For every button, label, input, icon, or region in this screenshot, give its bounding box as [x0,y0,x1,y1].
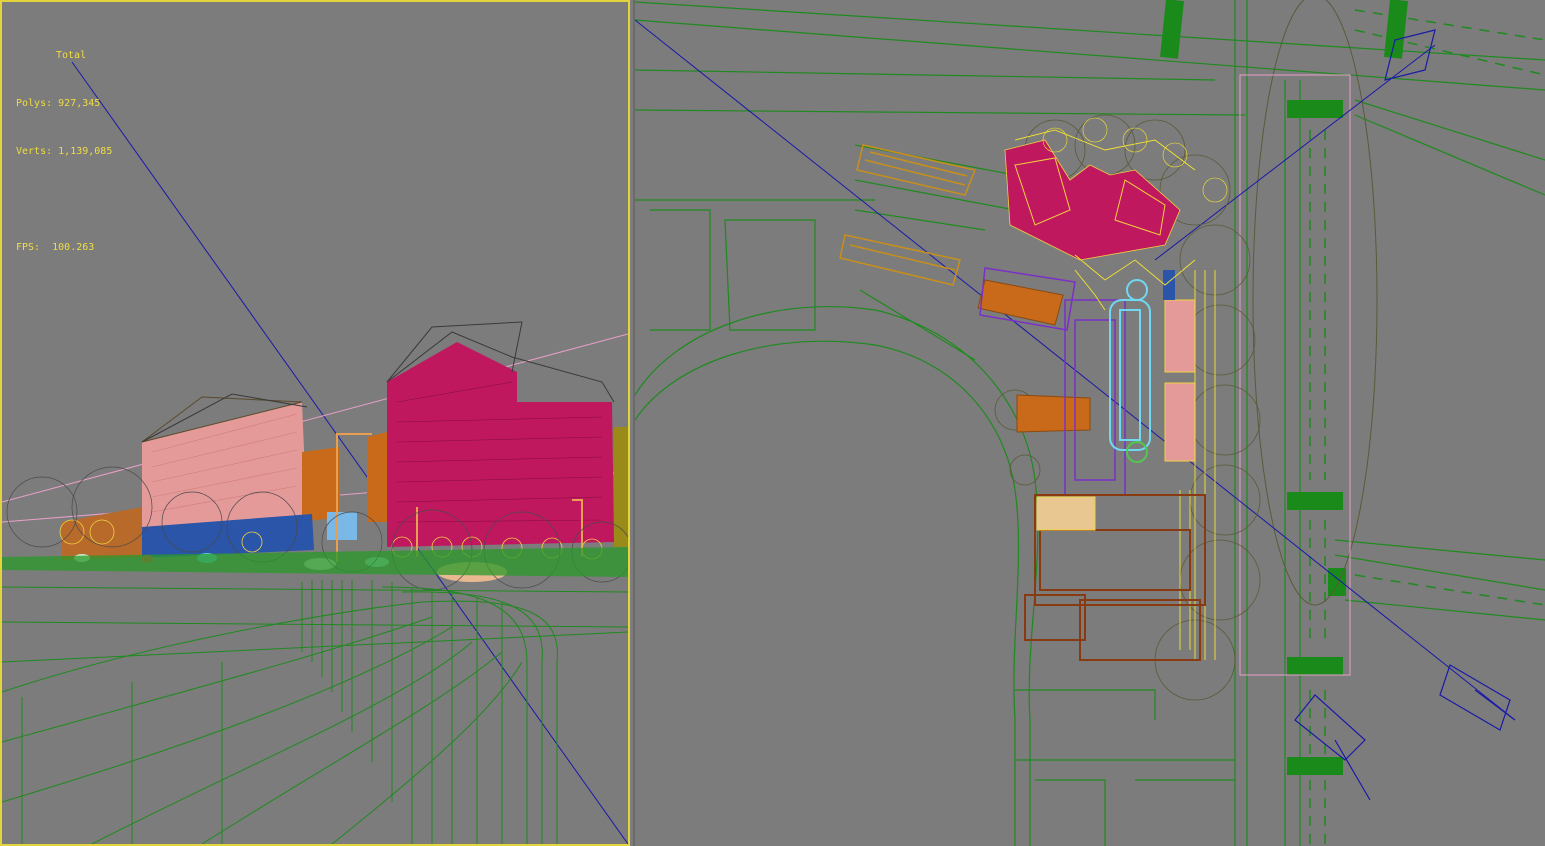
pink-building [141,393,308,527]
fps-value: 100.263 [52,242,95,253]
polys-value: 927,345 [58,98,101,109]
stats-title: Total [56,50,87,61]
orange-building [302,447,340,522]
crosswalk-blocks [1160,0,1408,775]
top-viewport[interactable] [633,0,1545,846]
perspective-viewport[interactable]: Total Polys: 927,345 Verts: 1,139,085 FP… [0,0,630,846]
top-scene [635,0,1545,846]
camera-icon [1294,29,1516,801]
parking-structure [839,144,977,286]
magenta-building [386,321,615,547]
verts-value: 1,139,085 [58,146,113,157]
stats-verts: Verts: 1,139,085 [16,146,113,157]
cyan-building [1109,299,1151,451]
magenta-building-plan [1004,139,1181,261]
stats-polys: Polys: 927,345 [16,98,101,109]
stats-fps: FPS: 100.263 [16,242,95,253]
stats-overlay: Total Polys: 927,345 Verts: 1,139,085 FP… [16,16,112,288]
